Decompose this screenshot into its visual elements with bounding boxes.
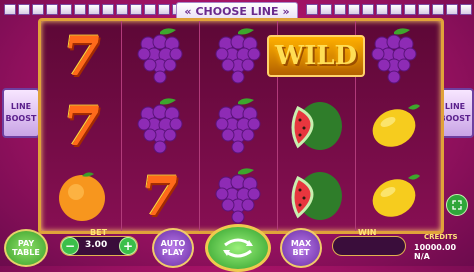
line-select-button[interactable] (130, 4, 142, 15)
lemon-icon (372, 104, 420, 147)
bet-increase-button[interactable]: + (119, 237, 137, 255)
spin-arrows-icon (223, 238, 253, 258)
grapes-icon (137, 28, 183, 84)
line-boost-label-2: BOOST (5, 114, 37, 123)
max-bet-label-1: MAX (290, 239, 312, 248)
line-select-button[interactable] (306, 4, 318, 15)
reel-2: 7 (121, 21, 200, 231)
line-select-button[interactable] (18, 4, 30, 15)
double-left-arrow-icon: « (184, 5, 192, 18)
double-right-arrow-icon: » (282, 5, 290, 18)
seven-icon: 7 (58, 94, 106, 158)
grapes-icon (215, 168, 261, 224)
line-boost-label-1: LINE (444, 102, 466, 111)
line-select-button[interactable] (334, 4, 346, 15)
grapes-icon (371, 28, 417, 84)
line-buttons-left (4, 4, 184, 15)
line-select-button[interactable] (404, 4, 416, 15)
line-select-button[interactable] (102, 4, 114, 15)
symbol-lemon (355, 161, 433, 231)
paytable-label-2: TABLE (12, 248, 40, 257)
line-select-button[interactable] (32, 4, 44, 15)
line-select-button[interactable] (4, 4, 16, 15)
reel-4: WILD (266, 21, 366, 231)
line-select-button[interactable] (390, 4, 402, 15)
reel-1: 7 7 (43, 21, 122, 231)
grapes-icon (137, 98, 183, 154)
symbol-watermelon (277, 161, 355, 231)
line-select-button[interactable] (362, 4, 374, 15)
max-bet-button[interactable]: MAX BET (280, 228, 322, 268)
bet-value: 3.00 (85, 240, 108, 250)
line-select-button[interactable] (88, 4, 100, 15)
symbol-seven: 7 (121, 161, 199, 231)
line-select-button[interactable] (74, 4, 86, 15)
choose-line-label: CHOOSE LINE (195, 5, 279, 18)
watermelon-icon (291, 102, 342, 150)
line-boost-label-1: LINE (10, 102, 32, 111)
line-select-button[interactable] (144, 4, 156, 15)
line-boost-label-2: BOOST (439, 114, 471, 123)
line-select-button[interactable] (376, 4, 388, 15)
credits-value: 10000.00 N/A (414, 243, 457, 261)
seven-icon: 7 (58, 24, 106, 88)
symbol-watermelon (277, 91, 355, 161)
line-boost-left-button[interactable]: LINE BOOST (2, 88, 40, 138)
line-select-button[interactable] (418, 4, 430, 15)
grapes-icon (215, 98, 261, 154)
line-select-button[interactable] (348, 4, 360, 15)
symbol-grapes (121, 21, 199, 91)
line-select-button[interactable] (460, 4, 472, 15)
line-select-button[interactable] (446, 4, 458, 15)
symbol-wild: WILD (266, 21, 366, 91)
grapes-icon (215, 28, 261, 84)
reel-area: 7 7 7 WILD (38, 18, 444, 234)
symbol-seven: 7 (43, 21, 121, 91)
symbol-grapes (199, 91, 277, 161)
wild-icon: WILD (266, 35, 366, 77)
line-select-button[interactable] (320, 4, 332, 15)
control-bar: PAY TABLE BET − 3.00 + AUTO PLAY MAX BET… (0, 194, 474, 272)
line-select-button[interactable] (46, 4, 58, 15)
fullscreen-icon (452, 200, 462, 210)
autoplay-label-2: PLAY (161, 248, 185, 257)
autoplay-button[interactable]: AUTO PLAY (152, 228, 194, 268)
paytable-button[interactable]: PAY TABLE (4, 229, 48, 267)
win-display (332, 236, 406, 256)
seven-icon: 7 (136, 164, 184, 228)
autoplay-label-1: AUTO (160, 239, 186, 248)
fullscreen-button[interactable] (446, 194, 468, 216)
bet-stepper: − 3.00 + (60, 236, 138, 256)
lemon-icon (372, 174, 420, 217)
orange-icon (59, 172, 105, 221)
symbol-grapes (355, 21, 433, 91)
bet-decrease-button[interactable]: − (61, 237, 79, 255)
line-buttons-right (306, 4, 474, 15)
max-bet-label-2: BET (292, 248, 310, 257)
symbol-orange (43, 161, 121, 231)
paytable-label-1: PAY (17, 239, 35, 248)
symbol-grapes (199, 161, 277, 231)
symbol-grapes (121, 91, 199, 161)
symbol-lemon (355, 91, 433, 161)
line-select-button[interactable] (116, 4, 128, 15)
line-select-button[interactable] (432, 4, 444, 15)
line-select-button[interactable] (158, 4, 170, 15)
line-select-button[interactable] (60, 4, 72, 15)
symbol-grapes (199, 21, 277, 91)
reel-5 (355, 21, 433, 231)
credits-label: CREDITS (424, 233, 458, 241)
watermelon-icon (291, 172, 342, 220)
spin-button[interactable] (205, 224, 271, 272)
symbol-seven: 7 (43, 91, 121, 161)
